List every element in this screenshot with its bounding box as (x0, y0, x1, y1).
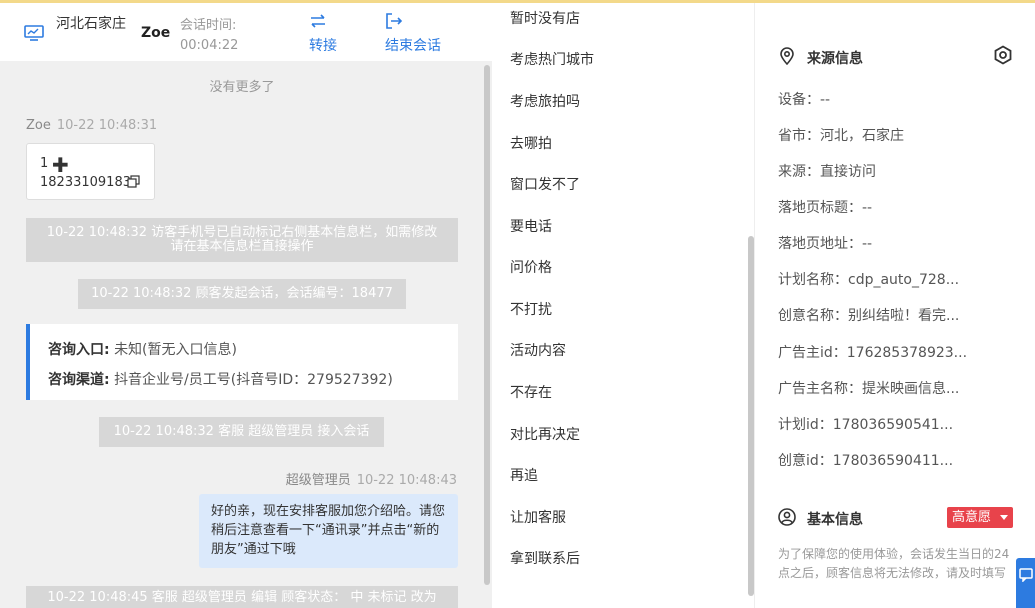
consult-channel-label: 咨询渠道: (48, 372, 110, 388)
visitor-message-time: 10-22 10:48:31 (56, 118, 158, 133)
visitor-sender-name: Zoe (26, 118, 51, 133)
system-message: 10-22 10:48:45 客服 超级管理员 编辑 顾客状态： 中 未标记 改… (26, 586, 458, 608)
intent-level-dropdown[interactable]: 高意愿 (947, 507, 1013, 528)
quick-reply-item[interactable]: 对比再决定 (510, 424, 580, 444)
customer-info-panel: 来源信息 设备：-- 省市：河北，石家庄 来源：直接访问 落地页标题：-- 落地… (756, 3, 1035, 608)
phone-number: 18233109183 (40, 175, 131, 190)
quick-reply-item[interactable]: 去哪拍 (510, 133, 552, 153)
quick-reply-item[interactable]: 让加客服 (510, 507, 566, 527)
intent-level-label: 高意愿 (952, 510, 992, 525)
end-session-button[interactable]: 结束会话 (385, 13, 441, 55)
quick-reply-item[interactable]: 窗口发不了 (510, 174, 580, 194)
agent-sender-name: 超级管理员 (285, 473, 351, 488)
no-more-messages: 没有更多了 (209, 80, 275, 95)
transfer-button[interactable]: 转接 (309, 13, 337, 55)
quick-reply-item[interactable]: 不打扰 (510, 299, 552, 319)
quick-reply-item[interactable]: 考虑热门城市 (510, 49, 594, 69)
visitor-location: 河北石家庄 (56, 16, 126, 32)
transfer-label: 转接 (309, 38, 337, 54)
monitor-icon (24, 25, 44, 41)
floating-chat-button[interactable] (1016, 558, 1035, 608)
quick-reply-item[interactable]: 要电话 (510, 216, 552, 236)
quick-reply-item[interactable]: 考虑旅拍吗 (510, 91, 580, 111)
agent-message-time: 10-22 10:48:43 (356, 473, 457, 488)
consult-entry-value: 未知(暂无入口信息) (114, 342, 237, 358)
copy-icon[interactable] (127, 175, 140, 188)
phone-line1: 1 (40, 156, 49, 171)
info-plan-id: 计划id：178036590541... (778, 417, 954, 433)
agent-sender-line: 超级管理员 10-22 10:48:43 (286, 469, 457, 488)
info-creative-id: 创意id：178036590411... (778, 453, 954, 469)
info-province-city: 省市：河北，石家庄 (778, 128, 904, 144)
location-pin-icon (780, 47, 794, 65)
info-landing-title: 落地页标题：-- (778, 200, 873, 216)
info-edit-notice: 为了保障您的使用体验，会话发生当日的24点之后，顾客信息将无法修改，请及时填写 (778, 547, 1010, 580)
info-device: 设备：-- (778, 92, 831, 108)
transfer-icon (311, 14, 325, 28)
user-circle-icon (778, 508, 796, 526)
info-source: 来源：直接访问 (778, 164, 876, 180)
visitor-phone-card: 1 ✚ 18233109183 (26, 143, 155, 200)
chat-panel: 河北石家庄 Zoe 会话时间: 00:04:22 转接 结束会话 没有更多了 Z… (0, 3, 492, 608)
basic-info-label: 基本信息 (807, 512, 863, 528)
quick-reply-panel: 暂时没有店 考虑热门城市 考虑旅拍吗 去哪拍 窗口发不了 要电话 问价格 不打扰… (492, 3, 755, 608)
end-session-label: 结束会话 (385, 38, 441, 54)
message-icon (1019, 568, 1033, 582)
consult-info-card: 咨询入口: 未知(暂无入口信息) 咨询渠道: 抖音企业号/员工号(抖音号ID：2… (26, 324, 458, 400)
info-plan-name: 计划名称：cdp_auto_728... (778, 272, 960, 288)
quick-reply-item[interactable]: 问价格 (510, 257, 552, 277)
quick-reply-item[interactable]: 活动内容 (510, 340, 566, 360)
quick-reply-item[interactable]: 再追 (510, 465, 538, 485)
source-info-label: 来源信息 (807, 51, 863, 67)
session-time-value: 00:04:22 (180, 38, 239, 53)
quick-reply-item[interactable]: 暂时没有店 (510, 8, 580, 28)
chat-header: 河北石家庄 Zoe 会话时间: 00:04:22 转接 结束会话 (0, 3, 492, 61)
system-message: 10-22 10:48:32 顾客发起会话，会话编号：18477 (78, 279, 406, 309)
agent-message-bubble: 好的亲，现在安排客服加您介绍哈。请您稍后注意查看一下“通讯录”并点击“新的朋友”… (199, 494, 458, 568)
consult-entry-row: 咨询入口: 未知(暂无入口信息) (48, 339, 237, 359)
quick-reply-item[interactable]: 不存在 (510, 382, 552, 402)
system-message: 10-22 10:48:32 访客手机号已自动标记右侧基本信息栏，如需修改请在基… (26, 218, 458, 262)
info-landing-url: 落地页地址：-- (778, 236, 873, 252)
info-advertiser-name: 广告主名称：提米映画信息... (778, 381, 960, 397)
quick-reply-scrollbar[interactable] (748, 236, 754, 596)
info-advertiser-id: 广告主id：176285378923... (778, 345, 968, 361)
system-message: 10-22 10:48:32 客服 超级管理员 接入会话 (99, 417, 384, 447)
consult-entry-label: 咨询入口: (48, 342, 110, 358)
add-icon[interactable]: ✚ (52, 153, 69, 177)
consult-channel-value: 抖音企业号/员工号(抖音号ID：279527392) (114, 372, 393, 388)
visitor-name: Zoe (141, 25, 171, 41)
chat-scrollbar[interactable] (484, 65, 490, 585)
session-time-label: 会话时间: (180, 18, 237, 33)
info-creative-name: 创意名称：别纠结啦！看完... (778, 308, 960, 324)
caret-down-icon (1000, 515, 1008, 520)
consult-channel-row: 咨询渠道: 抖音企业号/员工号(抖音号ID：279527392) (48, 369, 393, 389)
exit-icon (386, 13, 403, 29)
quick-reply-item[interactable]: 拿到联系后 (510, 548, 580, 568)
settings-icon[interactable] (993, 45, 1013, 65)
visitor-sender-line: Zoe 10-22 10:48:31 (26, 118, 157, 133)
